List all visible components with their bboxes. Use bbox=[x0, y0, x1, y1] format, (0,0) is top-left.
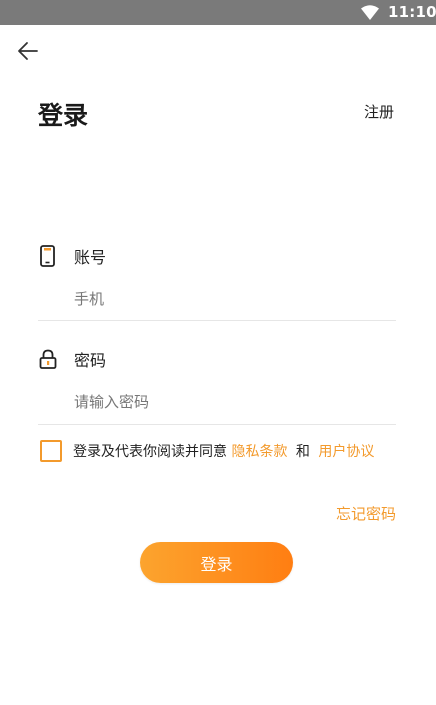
password-label-row: 密码 bbox=[38, 347, 106, 371]
account-label-row: 账号 bbox=[38, 244, 106, 268]
password-divider bbox=[38, 424, 396, 425]
lock-icon bbox=[39, 349, 57, 369]
back-button[interactable] bbox=[14, 38, 44, 64]
agreement-checkbox[interactable] bbox=[40, 440, 62, 462]
user-agreement-link[interactable]: 用户协议 bbox=[318, 444, 374, 460]
status-bar: 11:10 bbox=[0, 0, 436, 25]
privacy-policy-link[interactable]: 隐私条款 bbox=[231, 444, 287, 460]
page-title: 登录 bbox=[38, 101, 89, 130]
arrow-left-icon bbox=[18, 42, 38, 60]
forgot-password-link[interactable]: 忘记密码 bbox=[336, 503, 396, 524]
register-link[interactable]: 注册 bbox=[364, 101, 394, 122]
account-input[interactable] bbox=[74, 285, 396, 313]
account-label: 账号 bbox=[74, 248, 107, 267]
agreement-conjunction: 和 bbox=[295, 444, 310, 460]
wifi-icon bbox=[361, 5, 379, 20]
password-label: 密码 bbox=[74, 351, 107, 370]
agreement-row: 登录及代表你阅读并同意 隐私条款 和 用户协议 bbox=[40, 440, 374, 462]
status-time: 11:10 bbox=[388, 3, 436, 21]
login-button[interactable]: 登录 bbox=[140, 542, 293, 583]
account-divider bbox=[38, 320, 396, 321]
agreement-prefix: 登录及代表你阅读并同意 bbox=[73, 444, 227, 460]
phone-icon bbox=[40, 245, 55, 267]
password-input[interactable] bbox=[74, 388, 396, 416]
agreement-text: 登录及代表你阅读并同意 隐私条款 和 用户协议 bbox=[73, 441, 374, 461]
